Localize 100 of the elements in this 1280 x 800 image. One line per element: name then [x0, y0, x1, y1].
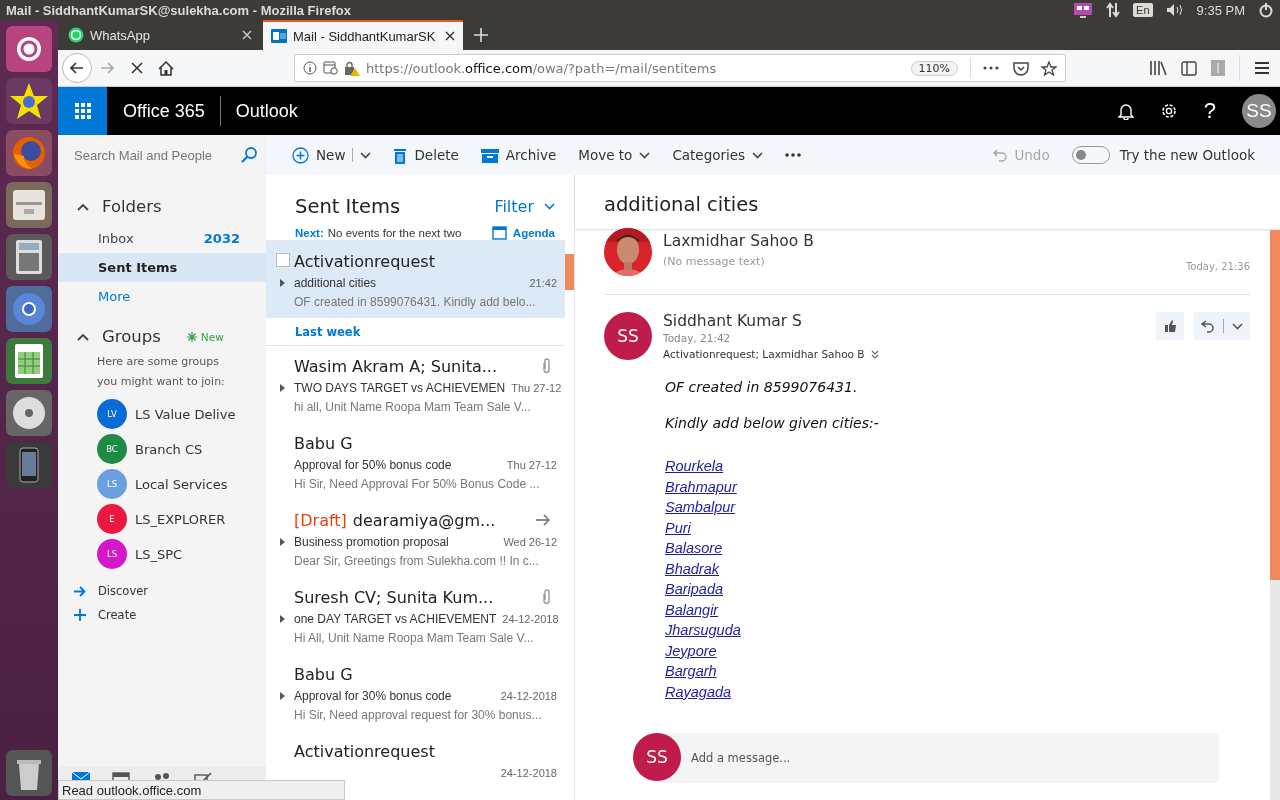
archive-button[interactable]: Archive — [480, 147, 557, 163]
bell-icon[interactable] — [1117, 102, 1134, 120]
address-bar[interactable]: https://outlook.office.com/owa/?path=/mail/sentitems 110% — [294, 54, 1066, 82]
group-name[interactable]: LS_EXPLORER — [135, 511, 226, 527]
message-item[interactable]: Babu G Approval for 30% bonus code 24-12-2018 Hi Sir, Need approval request for 30% bonus... — [266, 654, 565, 731]
action-link[interactable]: Discover — [98, 584, 148, 598]
city-link[interactable]: Balasore — [665, 538, 723, 559]
group-avatar[interactable]: E — [97, 504, 127, 534]
sender-name: Babu G — [294, 664, 353, 684]
delete-button[interactable]: Delete — [393, 146, 459, 164]
city-link[interactable]: Brahmapur — [665, 476, 737, 497]
city-link[interactable]: Rourkela — [665, 456, 724, 477]
app-launcher-button[interactable] — [58, 87, 107, 135]
spreadsheet-icon[interactable] — [6, 338, 52, 384]
browser-icon[interactable] — [6, 286, 52, 332]
expand-triangle-icon[interactable] — [280, 692, 285, 700]
new-button[interactable]: New — [292, 146, 372, 164]
message-preview: Hi Sir, Need approval request for 30% bonus... — [293, 708, 543, 722]
network-arrows-icon[interactable] — [1106, 2, 1121, 18]
phone-icon[interactable] — [6, 442, 52, 488]
display-icon[interactable] — [1073, 2, 1094, 18]
close-icon[interactable] — [445, 31, 455, 41]
group-avatar[interactable]: BC — [97, 434, 127, 464]
info-icon[interactable] — [303, 61, 317, 75]
more-link[interactable]: More — [58, 282, 266, 311]
scrollbar-thumb[interactable] — [1270, 230, 1280, 580]
menu-button[interactable]: Categories — [672, 147, 764, 163]
reply-menu-button[interactable] — [1194, 312, 1250, 340]
group-name[interactable]: Branch CS — [135, 441, 203, 457]
city-link[interactable]: Baripada — [665, 579, 724, 600]
sidebar-icon[interactable] — [1181, 60, 1197, 76]
city-link[interactable]: Jharsuguda — [665, 620, 741, 641]
power-icon[interactable] — [1258, 2, 1274, 18]
expand-triangle-icon[interactable] — [280, 538, 285, 546]
browser-tab[interactable]: Mail - SiddhantKumarSK — [263, 20, 463, 50]
chevron-icon[interactable] — [76, 331, 90, 342]
group-name[interactable]: Local Services — [135, 476, 228, 492]
home-icon[interactable] — [158, 60, 174, 76]
group-name[interactable]: LS Value Delive — [135, 406, 236, 422]
permissions-icon[interactable] — [323, 61, 338, 75]
city-link[interactable]: Balangir — [665, 599, 719, 620]
search-box[interactable]: Search Mail and People — [58, 135, 266, 175]
city-link[interactable]: Rayagada — [665, 681, 732, 702]
clock[interactable]: 9:35 PM — [1196, 2, 1245, 18]
action-link[interactable]: Create — [98, 608, 137, 622]
folder-item[interactable]: Inbox 2032 — [58, 224, 266, 253]
settings-icon[interactable] — [1159, 102, 1178, 120]
browser-icon[interactable] — [6, 130, 52, 176]
city-link[interactable]: Bargarh — [665, 661, 717, 682]
cabinet-icon[interactable] — [6, 182, 52, 228]
message-item[interactable]: Babu G Approval for 50% bonus code Thu 27-12 Hi Sir, Need Approval For 50% Bonus Code ... — [266, 423, 565, 500]
city-link[interactable]: Puri — [665, 517, 691, 538]
library-icon[interactable] — [1149, 60, 1167, 76]
archive-box-icon — [480, 147, 499, 163]
message-item[interactable]: Wasim Akram A; Sunita... TWO DAYS TARGET vs ACHIEVEMEN Thu 27-12 hi all, Unit Name Roopa Mam Team Sale V... — [266, 346, 565, 423]
double-chevron-icon[interactable] — [870, 349, 879, 359]
chat-bubble-icon — [68, 27, 84, 43]
section-heading[interactable]: Folders — [102, 197, 162, 216]
like-button[interactable] — [1156, 312, 1184, 340]
city-link[interactable]: Jeypore — [665, 640, 717, 661]
star-icon[interactable] — [1041, 60, 1057, 76]
group-name[interactable]: LS_SPC — [135, 546, 183, 562]
stop-icon[interactable] — [130, 61, 144, 75]
group-avatar[interactable]: LS — [97, 539, 127, 569]
lock-warning-icon[interactable] — [344, 60, 360, 76]
keyboard-layout-indicator[interactable]: En — [1133, 3, 1153, 17]
city-link[interactable]: Sambalpur — [665, 497, 736, 518]
expand-triangle-icon[interactable] — [280, 384, 285, 392]
ubuntu-logo-icon[interactable] — [6, 26, 52, 72]
zoom-level[interactable]: 110% — [910, 60, 958, 76]
agenda-button[interactable]: Agenda — [491, 225, 555, 240]
back-button[interactable] — [62, 53, 92, 83]
group-avatar[interactable]: LV — [97, 399, 127, 429]
checkbox[interactable] — [276, 253, 290, 267]
message-item[interactable]: Activationrequest additional cities 21:42 OF created in 8599076431. Kindly add belo... — [266, 241, 565, 318]
folder-label: Inbox — [98, 231, 134, 246]
help-button[interactable]: ? — [1203, 98, 1216, 124]
expand-triangle-icon[interactable] — [280, 279, 285, 287]
calculator-icon[interactable] — [6, 234, 52, 280]
message-item[interactable]: Suresh CV; Sunita Kum... one DAY TARGET vs ACHIEVEMENT 24-12-2018 Hi All, Unit Name Roopa Mam Team Sale V... — [266, 577, 565, 654]
volume-icon[interactable] — [1165, 3, 1184, 17]
search-icon[interactable] — [240, 146, 258, 164]
browser-tab[interactable]: WhatsApp — [60, 20, 260, 50]
menu-button[interactable]: Move to — [578, 147, 651, 163]
message-item[interactable]: [Draft] dearamiya@gm... Business promotion proposal Wed 26-12 Dear Sir, Greetings from Sulekha.com !! In c... — [266, 500, 565, 577]
filter-button[interactable]: Filter — [494, 197, 555, 216]
menu-icon[interactable] — [1254, 61, 1270, 75]
section-heading[interactable]: Groups — [102, 327, 161, 346]
expand-triangle-icon[interactable] — [280, 615, 285, 623]
chevron-icon[interactable] — [76, 201, 90, 212]
new-tab-icon[interactable] — [474, 28, 488, 42]
pocket-icon[interactable] — [1013, 60, 1029, 76]
suite-name[interactable]: Office 365 — [107, 96, 221, 126]
scrollbar-thumb[interactable] — [565, 254, 574, 290]
trash-icon[interactable] — [6, 750, 52, 796]
city-link[interactable]: Bhadrak — [665, 558, 719, 579]
more-icon[interactable] — [785, 153, 802, 157]
app-name[interactable]: Outlook — [220, 100, 298, 122]
folder-item[interactable]: Sent Items — [58, 253, 266, 282]
more-icon[interactable] — [983, 66, 999, 70]
